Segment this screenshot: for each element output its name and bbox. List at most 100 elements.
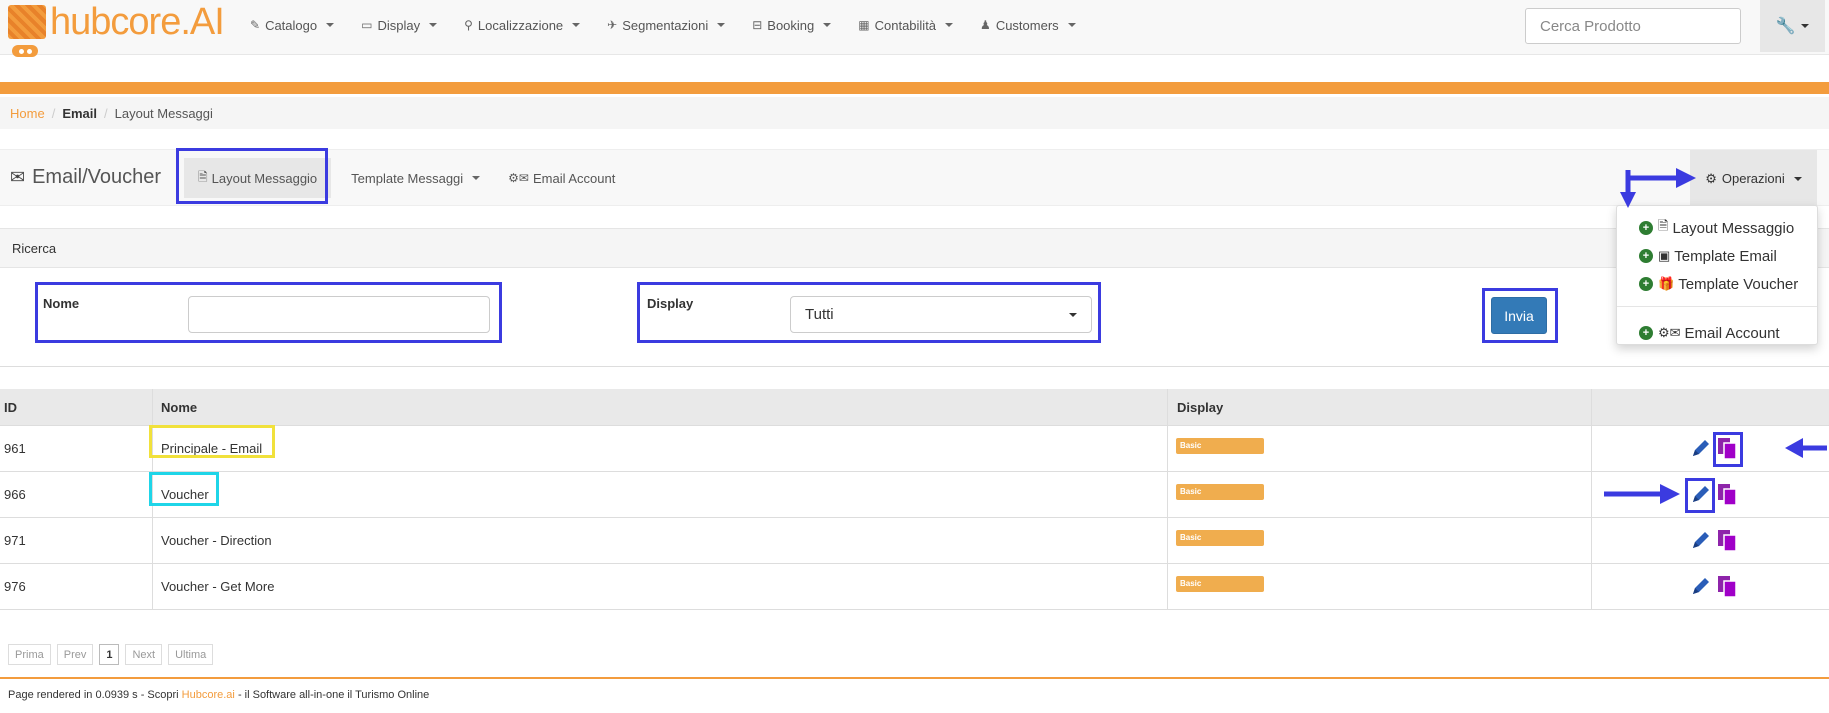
tab-label: Email Account xyxy=(532,170,616,186)
menu-item-label: Layout Messaggio xyxy=(1672,219,1795,237)
nav-item-segmentazioni[interactable]: ✈ Segmentazioni xyxy=(607,17,726,33)
nav-item-display[interactable]: ▭ Display xyxy=(361,18,438,33)
breadcrumb-separator: / xyxy=(104,105,108,121)
user-icon: ♟ xyxy=(980,18,991,32)
pushpin-icon: ✈ xyxy=(607,18,618,32)
envelope-icon: ✉ xyxy=(10,167,26,187)
nav-item-booking[interactable]: ⊟ Booking xyxy=(752,17,832,33)
pencil-icon[interactable] xyxy=(1690,529,1712,551)
square-icon: ▣ xyxy=(1658,248,1671,263)
tools-menu-button[interactable]: 🔧 xyxy=(1760,0,1825,52)
page-first-button[interactable]: Prima xyxy=(8,644,51,665)
chevron-down-icon xyxy=(472,176,481,180)
tab-template-messaggi[interactable]: Template Messaggi xyxy=(337,158,494,198)
nav-item-catalogo[interactable]: ✎ Catalogo xyxy=(250,17,335,33)
copy-icon[interactable] xyxy=(1716,436,1738,460)
page-prev-button[interactable]: Prev xyxy=(56,644,94,665)
edit-icon: ✎ xyxy=(250,18,261,32)
section-brand[interactable]: ✉ Email/Voucher xyxy=(10,166,161,189)
table-row: 961 Principale - Email Basic xyxy=(0,426,1829,472)
breadcrumb: Home / Email / Layout Messaggi xyxy=(0,97,1829,129)
operazioni-label: Operazioni xyxy=(1721,171,1785,186)
gift-icon: 🎁 xyxy=(1658,276,1675,291)
display-label: Display xyxy=(647,296,694,311)
tab-email-account[interactable]: ⚙✉ Email Account xyxy=(494,158,629,198)
footer-suffix: - il Software all-in-one il Turismo Onli… xyxy=(237,689,430,701)
nome-input[interactable] xyxy=(188,296,490,333)
breadcrumb-email[interactable]: Email xyxy=(62,106,97,121)
menu-item-label: Template Voucher xyxy=(1678,275,1799,293)
copy-icon[interactable] xyxy=(1716,574,1738,598)
table-row: 966 Voucher Basic xyxy=(0,472,1829,518)
cell-nome: Voucher - Direction xyxy=(161,533,272,548)
pencil-icon[interactable] xyxy=(1690,575,1712,597)
nav-item-label: Segmentazioni xyxy=(622,17,709,33)
chevron-down-icon xyxy=(572,23,581,27)
logo-badge-icon xyxy=(12,45,38,57)
chevron-down-icon xyxy=(326,23,335,27)
footer-link[interactable]: Hubcore.ai xyxy=(182,689,235,701)
gears-envelope-icon: ⚙✉ xyxy=(1658,325,1681,340)
table-row: 976 Voucher - Get More Basic xyxy=(0,564,1829,610)
menu-divider xyxy=(1617,306,1817,307)
map-marker-icon: ⚲ xyxy=(464,18,473,32)
accent-bar xyxy=(0,82,1829,94)
cell-id: 961 xyxy=(4,441,26,456)
copy-icon[interactable] xyxy=(1716,482,1738,506)
breadcrumb-home[interactable]: Home xyxy=(10,106,45,121)
nav-item-label: Localizzazione xyxy=(477,17,564,33)
cart-icon: ⊟ xyxy=(752,18,763,32)
chevron-down-icon xyxy=(717,23,726,27)
page-last-button[interactable]: Ultima xyxy=(168,644,214,665)
breadcrumb-current: Layout Messaggi xyxy=(114,105,213,121)
file-icon: 🗎 xyxy=(1658,218,1669,233)
search-panel-title: Ricerca xyxy=(12,240,57,256)
wrench-icon: 🔧 xyxy=(1775,18,1796,35)
search-input[interactable] xyxy=(1525,8,1741,44)
operazioni-button[interactable]: ⚙ Operazioni xyxy=(1690,150,1817,207)
section-brand-label: Email/Voucher xyxy=(32,166,162,188)
page-next-button[interactable]: Next xyxy=(125,644,163,665)
table-header: ID Nome Display xyxy=(0,389,1829,426)
display-badge: Basic xyxy=(1176,484,1264,500)
column-header-display[interactable]: Display xyxy=(1177,400,1223,415)
menu-item-template-voucher[interactable]: + 🎁 Template Voucher xyxy=(1617,270,1817,298)
breadcrumb-separator: / xyxy=(51,105,56,121)
nav-item-contabilita[interactable]: ▦ Contabilità xyxy=(858,18,954,33)
display-select[interactable]: Tutti xyxy=(790,296,1092,333)
pagination: Prima Prev 1 Next Ultima xyxy=(8,644,214,665)
logo[interactable]: hubcore.AI xyxy=(8,2,225,42)
plus-circle-icon: + xyxy=(1639,221,1653,235)
tab-label: Layout Messaggio xyxy=(211,170,318,186)
operazioni-menu: + 🗎 Layout Messaggio + ▣ Template Email … xyxy=(1616,205,1818,345)
pencil-icon[interactable] xyxy=(1690,437,1712,459)
pencil-icon[interactable] xyxy=(1690,483,1712,505)
chevron-down-icon xyxy=(1793,176,1802,181)
menu-item-template-email[interactable]: + ▣ Template Email xyxy=(1617,242,1817,270)
nav-item-customers[interactable]: ♟ Customers xyxy=(980,18,1076,33)
nav-item-label: Booking xyxy=(767,17,815,33)
footer-divider xyxy=(0,677,1829,679)
display-badge: Basic xyxy=(1176,530,1264,546)
divider xyxy=(0,366,1829,367)
page-current-button[interactable]: 1 xyxy=(99,644,120,665)
nav-item-label: Catalogo xyxy=(265,17,318,33)
copy-icon[interactable] xyxy=(1716,528,1738,552)
menu-item-email-account[interactable]: + ⚙✉ Email Account xyxy=(1617,319,1817,347)
menu-item-label: Email Account xyxy=(1684,324,1780,342)
chevron-down-icon xyxy=(429,23,438,27)
nav-item-label: Customers xyxy=(995,17,1059,33)
nav-item-localizzazione[interactable]: ⚲ Localizzazione xyxy=(464,17,581,33)
gear-icon: ⚙ xyxy=(1705,170,1717,186)
display-select-value: Tutti xyxy=(805,306,834,323)
column-header-nome[interactable]: Nome xyxy=(161,400,197,415)
logo-mark-icon xyxy=(8,5,46,39)
menu-item-layout-messaggio[interactable]: + 🗎 Layout Messaggio xyxy=(1617,214,1817,242)
chevron-down-icon xyxy=(1069,313,1077,317)
table-row: 971 Voucher - Direction Basic xyxy=(0,518,1829,564)
invia-button[interactable]: Invia xyxy=(1491,297,1547,334)
menu-item-label: Template Email xyxy=(1674,247,1777,265)
column-header-id[interactable]: ID xyxy=(4,400,17,415)
tab-layout-messaggio[interactable]: 🗎 Layout Messaggio xyxy=(184,158,332,198)
plus-circle-icon: + xyxy=(1639,249,1653,263)
